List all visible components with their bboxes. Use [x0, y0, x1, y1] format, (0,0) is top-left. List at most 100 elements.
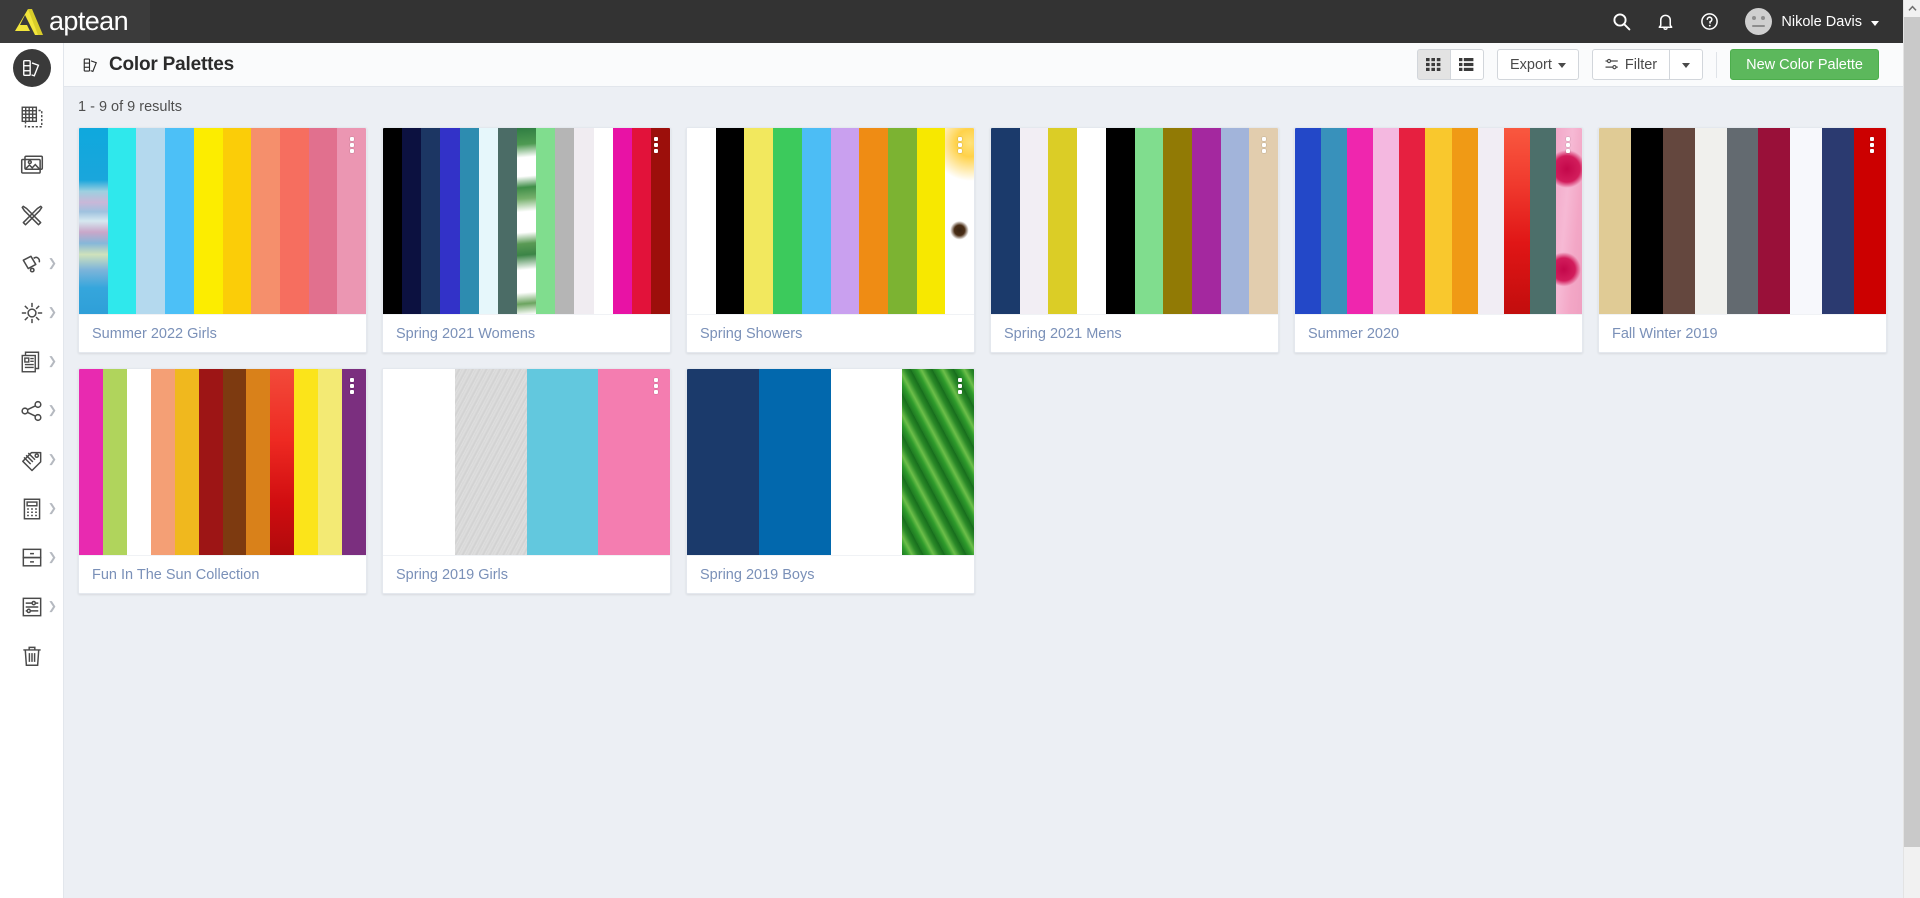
view-toggle-group [1416, 49, 1484, 80]
palette-swatch [887, 128, 917, 314]
sidebar-item-documents[interactable]: ❯ [0, 337, 64, 386]
sidebar-item-share[interactable]: ❯ [0, 386, 64, 435]
palette-swatch [830, 128, 860, 314]
list-view-icon [1459, 58, 1474, 71]
chevron-right-icon: ❯ [47, 551, 57, 563]
search-icon[interactable] [1599, 0, 1643, 43]
content-area: 1 - 9 of 9 results Summer 2022 Girls Spri… [64, 87, 1903, 898]
palette-swatch [79, 369, 103, 555]
page-scrollbar[interactable] [1903, 0, 1920, 898]
sidebar-item-color-palettes[interactable] [0, 43, 64, 92]
palette-swatch-strip [79, 369, 366, 555]
kebab-menu-icon[interactable] [345, 375, 359, 397]
palette-title[interactable]: Spring 2021 Mens [991, 314, 1278, 352]
new-color-palette-button[interactable]: New Color Palette [1730, 49, 1879, 80]
palette-card[interactable]: Summer 2020 [1294, 127, 1583, 353]
kebab-menu-icon[interactable] [1561, 134, 1575, 156]
palette-swatch [830, 369, 903, 555]
palette-swatch-strip [383, 128, 670, 314]
palette-card[interactable]: Spring Showers [686, 127, 975, 353]
palette-card[interactable]: Summer 2022 Girls [78, 127, 367, 353]
filter-label: Filter [1624, 56, 1658, 73]
sidebar-item-reports[interactable]: ❯ [0, 484, 64, 533]
chevron-right-icon: ❯ [47, 453, 57, 465]
palette-swatch [1373, 128, 1400, 314]
chevron-right-icon: ❯ [47, 404, 57, 416]
palette-swatch [1529, 128, 1556, 314]
palette-title[interactable]: Spring 2021 Womens [383, 314, 670, 352]
sidebar-item-fabrics[interactable] [0, 92, 64, 141]
palette-swatch [318, 369, 343, 555]
palette-swatch [1019, 128, 1049, 314]
sidebar-item-settings[interactable]: ❯ [0, 582, 64, 631]
chevron-right-icon: ❯ [47, 257, 57, 269]
sidebar-item-tools[interactable] [0, 190, 64, 239]
kebab-menu-icon[interactable] [953, 375, 967, 397]
palette-swatch [1163, 128, 1192, 314]
palette-title[interactable]: Fall Winter 2019 [1599, 314, 1886, 352]
scroll-up-button[interactable] [1904, 0, 1920, 17]
filter-group: Filter [1591, 49, 1704, 80]
palette-swatch [1134, 128, 1164, 314]
palette-card[interactable]: Spring 2019 Girls [382, 368, 671, 594]
palette-swatch [916, 128, 946, 314]
palette-title[interactable]: Summer 2022 Girls [79, 314, 366, 352]
chevron-right-icon: ❯ [47, 355, 57, 367]
palette-swatch [1726, 128, 1759, 314]
palette-card[interactable]: Fall Winter 2019 [1598, 127, 1887, 353]
palette-card[interactable]: Spring 2021 Mens [990, 127, 1279, 353]
kebab-menu-icon[interactable] [345, 134, 359, 156]
palette-card[interactable]: Fun In The Sun Collection [78, 368, 367, 594]
palette-swatch [126, 369, 151, 555]
palette-swatch [497, 128, 517, 314]
palette-swatch [383, 128, 403, 314]
palette-title[interactable]: Spring 2019 Girls [383, 555, 670, 593]
palette-title[interactable]: Fun In The Sun Collection [79, 555, 366, 593]
sidebar-item-labels[interactable]: ❯ [0, 435, 64, 484]
sidebar-item-images[interactable] [0, 141, 64, 190]
grid-sheets-icon [21, 106, 43, 127]
palette-swatch [593, 128, 613, 314]
palette-swatch [294, 369, 319, 555]
sidebar-item-treatments[interactable]: ❯ [0, 288, 64, 337]
kebab-menu-icon[interactable] [649, 375, 663, 397]
palette-swatch [136, 128, 166, 314]
list-view-button[interactable] [1449, 49, 1484, 80]
scroll-thumb[interactable] [1904, 17, 1920, 847]
palette-swatch [1347, 128, 1374, 314]
palette-swatch [1399, 128, 1426, 314]
palette-swatch-strip [1295, 128, 1582, 314]
image-icon [20, 154, 44, 174]
chevron-right-icon: ❯ [47, 600, 57, 612]
export-button[interactable]: Export [1496, 49, 1579, 80]
kebab-menu-icon[interactable] [1865, 134, 1879, 156]
filter-dropdown-button[interactable] [1669, 49, 1704, 80]
sidebar-item-trims[interactable]: ❯ [0, 239, 64, 288]
grid-view-button[interactable] [1416, 49, 1451, 80]
brand-logo-block[interactable]: aptean [0, 0, 150, 43]
palette-swatch [1477, 128, 1504, 314]
palette-swatch [991, 128, 1020, 314]
export-label: Export [1509, 56, 1552, 73]
palette-swatch [454, 369, 527, 555]
filter-button[interactable]: Filter [1591, 49, 1671, 80]
palette-title[interactable]: Spring 2019 Boys [687, 555, 974, 593]
bell-icon[interactable] [1643, 0, 1687, 43]
kebab-menu-icon[interactable] [953, 134, 967, 156]
kebab-menu-icon[interactable] [649, 134, 663, 156]
palette-swatch [1758, 128, 1791, 314]
sidebar-item-storage[interactable]: ❯ [0, 533, 64, 582]
sidebar-item-trash[interactable] [0, 631, 64, 680]
palette-title[interactable]: Spring Showers [687, 314, 974, 352]
palette-card[interactable]: Spring 2019 Boys [686, 368, 975, 594]
chevron-down-icon [1557, 63, 1566, 68]
palette-card[interactable]: Spring 2021 Womens [382, 127, 671, 353]
kebab-menu-icon[interactable] [1257, 134, 1271, 156]
color-palette-icon [13, 48, 51, 87]
palette-title[interactable]: Summer 2020 [1295, 314, 1582, 352]
user-menu[interactable]: Nikole Davis [1745, 8, 1881, 35]
palette-swatch-strip [687, 128, 974, 314]
page-header: Color Palettes Export Filter New Color P… [64, 43, 1903, 87]
help-icon[interactable] [1687, 0, 1731, 43]
palette-swatch [1822, 128, 1855, 314]
